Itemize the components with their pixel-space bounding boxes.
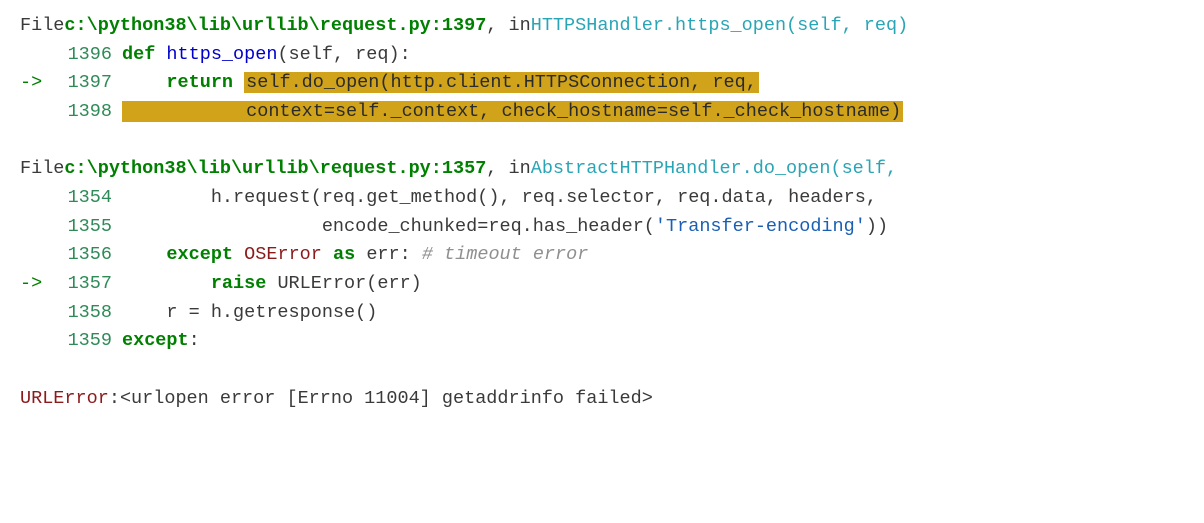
keyword-raise: raise <box>211 273 267 294</box>
arrow-gutter <box>20 241 54 270</box>
keyword-except: except <box>166 244 233 265</box>
function-name: https_open <box>166 44 277 65</box>
file-path: c:\python38\lib\urllib\request.py:1397 <box>64 12 486 41</box>
frame-signature: (self, <box>830 155 897 184</box>
highlighted-code: context=self._context, check_hostname=se… <box>122 101 903 122</box>
frame-signature: (self, req) <box>786 12 908 41</box>
arrow-gutter: -> <box>20 69 54 98</box>
code-line-current: ->1357 raise URLError(err) <box>20 270 1184 299</box>
in-label: , in <box>486 155 530 184</box>
line-number: 1359 <box>54 327 122 356</box>
code-content: except: <box>122 327 200 356</box>
code-content: return self.do_open(http.client.HTTPSCon… <box>122 69 759 98</box>
arrow-gutter <box>20 41 54 70</box>
code-line-current: ->1397 return self.do_open(http.client.H… <box>20 69 1184 98</box>
error-name: URLError <box>20 385 109 414</box>
arrow-gutter <box>20 213 54 242</box>
arrow-gutter <box>20 299 54 328</box>
file-path: c:\python38\lib\urllib\request.py:1357 <box>64 155 486 184</box>
code-line: 1398 context=self._context, check_hostna… <box>20 98 1184 127</box>
blank-line <box>20 356 1184 385</box>
code-content: raise URLError(err) <box>122 270 422 299</box>
code-line: 1355 encode_chunked=req.has_header('Tran… <box>20 213 1184 242</box>
code-line: 1396def https_open(self, req): <box>20 41 1184 70</box>
file-label: File <box>20 12 64 41</box>
code-content: def https_open(self, req): <box>122 41 411 70</box>
code-content: except OSError as err: # timeout error <box>122 241 588 270</box>
code-line: 1359except: <box>20 327 1184 356</box>
file-label: File <box>20 155 64 184</box>
code-content: encode_chunked=req.has_header('Transfer-… <box>122 213 888 242</box>
keyword-as: as <box>333 244 355 265</box>
line-number: 1355 <box>54 213 122 242</box>
line-number: 1354 <box>54 184 122 213</box>
line-number: 1357 <box>54 270 122 299</box>
error-line: URLError: <urlopen error [Errno 11004] g… <box>20 385 1184 414</box>
error-message: <urlopen error [Errno 11004] getaddrinfo… <box>120 385 653 414</box>
arrow-gutter <box>20 98 54 127</box>
code-content: r = h.getresponse() <box>122 299 377 328</box>
exception-type: OSError <box>244 244 322 265</box>
arrow-gutter <box>20 184 54 213</box>
traceback-frame-header: File c:\python38\lib\urllib\request.py:1… <box>20 12 1184 41</box>
error-sep: : <box>109 385 120 414</box>
string-literal: 'Transfer-encoding' <box>655 216 866 237</box>
code-line: 1354 h.request(req.get_method(), req.sel… <box>20 184 1184 213</box>
line-number: 1397 <box>54 69 122 98</box>
line-number: 1356 <box>54 241 122 270</box>
in-label: , in <box>486 12 530 41</box>
highlighted-code: self.do_open(http.client.HTTPSConnection… <box>244 72 759 93</box>
arrow-gutter <box>20 327 54 356</box>
traceback-frame-header: File c:\python38\lib\urllib\request.py:1… <box>20 155 1184 184</box>
code-content: context=self._context, check_hostname=se… <box>122 98 903 127</box>
code-line: 1358 r = h.getresponse() <box>20 299 1184 328</box>
comment: # timeout error <box>422 244 589 265</box>
frame-function: AbstractHTTPHandler.do_open <box>531 155 831 184</box>
line-number: 1396 <box>54 41 122 70</box>
frame-function: HTTPSHandler.https_open <box>531 12 786 41</box>
arrow-gutter: -> <box>20 270 54 299</box>
blank-line <box>20 127 1184 156</box>
code-line: 1356 except OSError as err: # timeout er… <box>20 241 1184 270</box>
keyword-except: except <box>122 330 189 351</box>
keyword-return: return <box>166 72 233 93</box>
code-content: h.request(req.get_method(), req.selector… <box>122 184 877 213</box>
keyword-def: def <box>122 44 155 65</box>
params: (self, req): <box>277 44 410 65</box>
line-number: 1358 <box>54 299 122 328</box>
line-number: 1398 <box>54 98 122 127</box>
